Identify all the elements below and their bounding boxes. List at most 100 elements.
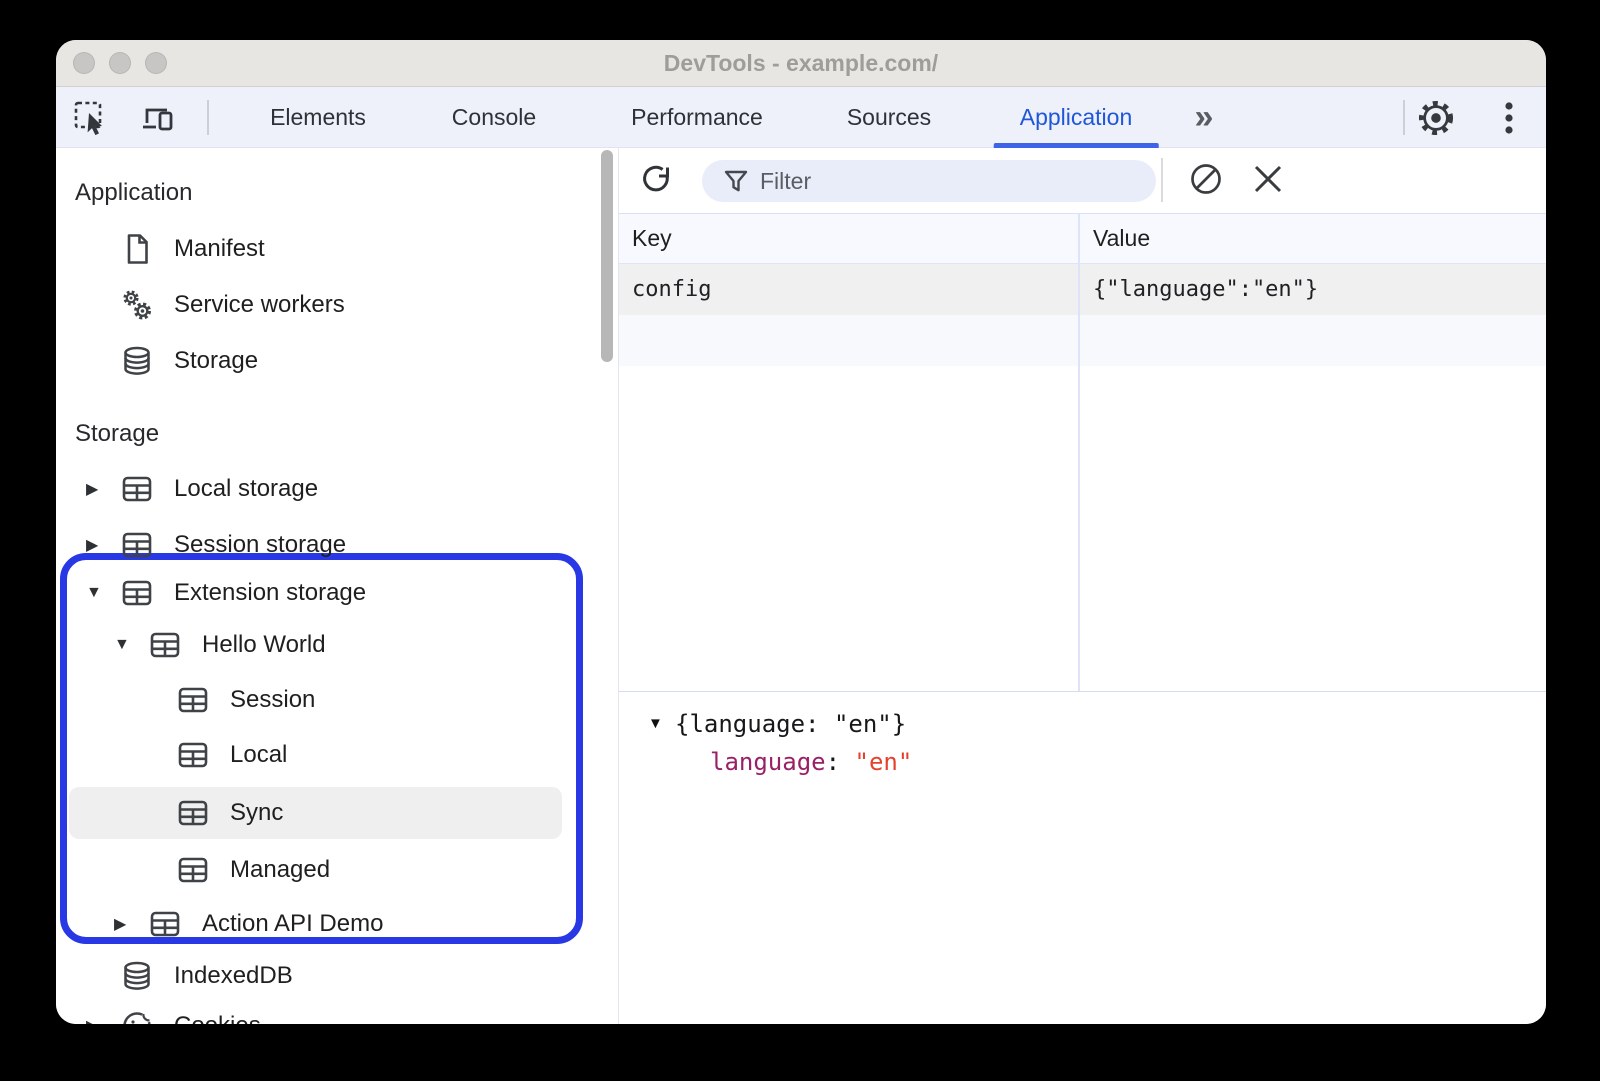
- storage-toolbar: Filter: [619, 148, 1546, 213]
- preview-property-name: language: [710, 748, 826, 776]
- sidebar-item-cookies[interactable]: ▶ Cookies: [56, 1000, 618, 1024]
- sidebar-item-label: Storage: [174, 347, 258, 375]
- tab-application[interactable]: Application: [994, 87, 1159, 148]
- inspect-element-icon[interactable]: [71, 98, 111, 138]
- database-icon: [120, 344, 154, 378]
- clear-all-icon[interactable]: [1188, 161, 1224, 197]
- sidebar-item-label: Session: [230, 686, 315, 714]
- tabbar-divider: [207, 100, 209, 135]
- refresh-icon[interactable]: [638, 161, 674, 197]
- sidebar-section-storage: Storage: [56, 408, 618, 460]
- preview-property-separator: :: [826, 748, 855, 776]
- chevron-down-icon[interactable]: ▼: [112, 636, 148, 654]
- gears-icon: [120, 288, 154, 322]
- sidebar-item-sync[interactable]: Sync: [69, 787, 562, 839]
- sidebar-item-managed[interactable]: Managed: [56, 844, 618, 896]
- sidebar-item-label: Cookies: [174, 1012, 261, 1024]
- tab-performance[interactable]: Performance: [605, 87, 789, 148]
- grid-header-row: Key Value: [619, 213, 1546, 264]
- tab-label: Elements: [270, 104, 366, 131]
- sidebar-item-indexeddb[interactable]: IndexedDB: [56, 950, 618, 1002]
- column-resizer[interactable]: [1078, 213, 1080, 691]
- preview-property-value: "en": [855, 748, 913, 776]
- title-bar: DevTools - example.com/: [56, 40, 1546, 87]
- table-icon: [148, 628, 182, 662]
- preview-object-summary: {language: "en"}: [675, 710, 906, 738]
- sidebar-item-label: Local storage: [174, 475, 318, 503]
- devtools-window: DevTools - example.com/ Elements Console P…: [56, 40, 1546, 1024]
- table-icon: [176, 738, 210, 772]
- table-icon: [120, 472, 154, 506]
- sidebar-item-local-storage[interactable]: ▶ Local storage: [56, 463, 618, 515]
- sidebar-item-action-api-demo[interactable]: ▶ Action API Demo: [56, 898, 618, 950]
- table-icon: [148, 907, 182, 941]
- sidebar-item-label: Service workers: [174, 291, 345, 319]
- cell-value[interactable]: {"language":"en"}: [1078, 277, 1546, 302]
- sidebar-item-label: Session storage: [174, 531, 346, 559]
- table-icon: [176, 683, 210, 717]
- table-icon: [120, 576, 154, 610]
- chevron-right-icon[interactable]: ▶: [112, 914, 148, 934]
- grid-empty-stripe-row[interactable]: [619, 315, 1546, 366]
- more-tabs-icon[interactable]: »: [1195, 87, 1212, 148]
- sidebar-item-session[interactable]: Session: [56, 674, 618, 726]
- cookie-icon: [120, 1009, 154, 1024]
- cell-key[interactable]: config: [619, 277, 1078, 302]
- tab-label: Console: [452, 104, 536, 131]
- filter-funnel-icon: [723, 168, 749, 194]
- grid-empty-area: [619, 366, 1546, 691]
- sidebar-item-label: Extension storage: [174, 579, 366, 607]
- sidebar-item-label: Local: [230, 741, 287, 769]
- tab-sources[interactable]: Sources: [821, 87, 957, 148]
- sidebar-item-label: Hello World: [202, 631, 326, 659]
- kebab-menu-icon[interactable]: [1489, 98, 1529, 138]
- tab-console[interactable]: Console: [426, 87, 562, 148]
- sidebar-item-session-storage[interactable]: ▶ Session storage: [56, 519, 618, 571]
- sidebar-item-label: Managed: [230, 856, 330, 884]
- grid-body: config{"language":"en"}: [619, 264, 1546, 315]
- sidebar-item-service-workers[interactable]: Service workers: [56, 279, 618, 331]
- settings-gear-icon[interactable]: [1416, 98, 1456, 138]
- filter-input[interactable]: Filter: [702, 160, 1156, 202]
- tab-elements[interactable]: Elements: [244, 87, 392, 148]
- sidebar-item-manifest[interactable]: Manifest: [56, 223, 618, 275]
- sidebar-item-label: IndexedDB: [174, 962, 293, 990]
- sidebar-item-extension-storage[interactable]: ▼ Extension storage: [56, 567, 618, 619]
- sidebar-item-label: Action API Demo: [202, 910, 383, 938]
- filter-placeholder: Filter: [760, 168, 811, 195]
- extension-storage-panel: Filter Key: [619, 148, 1546, 1024]
- delete-selected-icon[interactable]: [1250, 161, 1286, 197]
- chevron-right-icon[interactable]: ▶: [84, 479, 120, 499]
- toolbar-divider: [1161, 158, 1163, 202]
- tab-label: Sources: [847, 104, 931, 131]
- table-row-config[interactable]: config{"language":"en"}: [619, 264, 1546, 315]
- window-title: DevTools - example.com/: [56, 40, 1546, 87]
- sidebar-item-local[interactable]: Local: [56, 729, 618, 781]
- table-icon: [176, 853, 210, 887]
- column-header-value[interactable]: Value: [1078, 225, 1546, 252]
- preview-expander-icon[interactable]: ▼: [648, 705, 663, 743]
- column-header-key[interactable]: Key: [619, 225, 1078, 252]
- tab-label: Application: [1020, 104, 1133, 131]
- sidebar-item-label: Sync: [230, 799, 283, 827]
- chevron-down-icon[interactable]: ▼: [84, 584, 120, 602]
- devtools-content: Application Manifest Service workers Storag…: [56, 148, 1546, 1024]
- application-sidebar: Application Manifest Service workers Storag…: [56, 148, 619, 1024]
- chevron-right-icon[interactable]: ▶: [84, 535, 120, 555]
- preview-property-row[interactable]: language: "en": [619, 743, 1546, 781]
- tabbar-divider-right: [1403, 100, 1405, 135]
- database-icon: [120, 959, 154, 993]
- sidebar-item-hello-world[interactable]: ▼ Hello World: [56, 619, 618, 671]
- devtools-tab-bar: Elements Console Performance Sources Applica…: [56, 87, 1546, 148]
- chevron-right-icon[interactable]: ▶: [84, 1016, 120, 1024]
- device-toolbar-icon[interactable]: [138, 98, 178, 138]
- sidebar-section-application: Application: [56, 167, 618, 219]
- sidebar-item-storage[interactable]: Storage: [56, 335, 618, 387]
- sidebar-item-label: Manifest: [174, 235, 265, 263]
- value-preview-pane: ▼ {language: "en"} language: "en": [619, 691, 1546, 781]
- table-icon: [120, 528, 154, 562]
- preview-object-row[interactable]: ▼ {language: "en"}: [619, 705, 1546, 743]
- table-icon: [176, 796, 210, 830]
- document-icon: [120, 232, 154, 266]
- tab-label: Performance: [631, 104, 763, 131]
